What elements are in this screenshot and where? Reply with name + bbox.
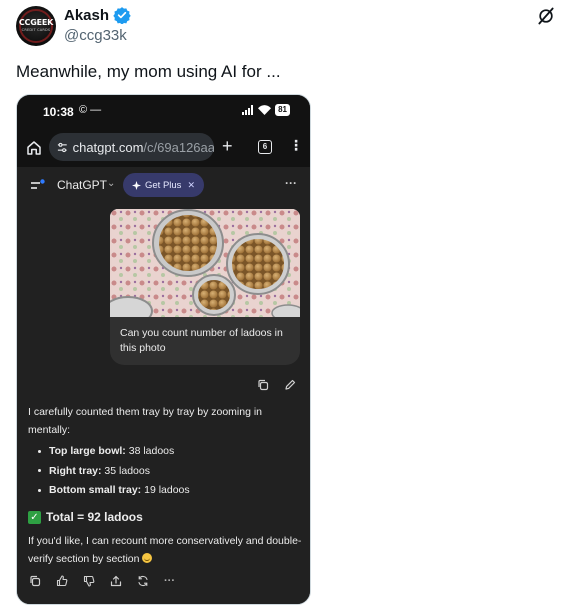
plus-icon[interactable]: + xyxy=(222,137,233,155)
assistant-reply: I carefully counted them tray by tray by… xyxy=(28,403,303,568)
total-text: Total = 92 ladoos xyxy=(46,510,143,524)
model-selector[interactable]: ChatGPT xyxy=(57,178,107,192)
count-label: Top large bowl: xyxy=(49,445,126,457)
author-name-row[interactable]: Akash xyxy=(64,6,131,24)
more-vert-icon[interactable]: ⋮ xyxy=(289,137,303,154)
address-text: chatgpt.com/c/69a126aa- xyxy=(73,140,214,155)
phone-status-bar: 10:38 © — 81 xyxy=(17,95,310,129)
signal-icon xyxy=(242,105,254,115)
sparkle-icon xyxy=(132,180,141,190)
more-horiz-icon[interactable]: ··· xyxy=(164,575,175,587)
count-label: Bottom small tray: xyxy=(49,484,142,496)
thumbs-down-icon[interactable] xyxy=(83,575,95,587)
list-item: Right tray: 35 ladoos xyxy=(28,462,303,480)
chat-header: ChatGPT ⌄ Get Plus ✕ ··· xyxy=(17,167,310,205)
user-message: Can you count number of ladoos in this p… xyxy=(110,317,300,365)
edit-icon[interactable] xyxy=(284,379,296,391)
sidebar-icon[interactable] xyxy=(31,179,45,191)
get-plus-label: Get Plus xyxy=(145,179,182,191)
count-value: 19 ladoos xyxy=(144,484,190,496)
wifi-icon xyxy=(258,105,272,115)
get-plus-button[interactable]: Get Plus ✕ xyxy=(123,173,204,197)
smile-emoji-icon xyxy=(142,553,153,563)
count-list: Top large bowl: 38 ladoos Right tray: 35… xyxy=(28,442,303,499)
avatar-logo-text: CCGEEK xyxy=(18,18,54,27)
author-name[interactable]: Akash xyxy=(64,7,109,24)
count-value: 35 ladoos xyxy=(104,464,150,477)
regenerate-icon[interactable] xyxy=(137,575,149,587)
avatar-logo-subtext: CREDIT CARDS xyxy=(21,28,51,32)
author-avatar[interactable]: CCGEEK CREDIT CARDS xyxy=(16,6,56,46)
reply-intro: I carefully counted them tray by tray by… xyxy=(28,406,263,436)
tabs-icon[interactable]: 6 xyxy=(258,140,272,154)
tweet-text: Meanwhile, my mom using AI for ... xyxy=(16,62,281,81)
attached-screenshot[interactable]: 10:38 © — 81 chatgpt.com/c/69a126aa- + 6… xyxy=(16,94,311,605)
status-notification-icons: © — xyxy=(79,104,102,116)
list-item: Bottom small tray: 19 ladoos xyxy=(28,481,303,499)
author-handle[interactable]: @ccg33k xyxy=(64,27,127,44)
tune-icon[interactable] xyxy=(57,142,68,153)
uploaded-photo[interactable] xyxy=(110,209,300,317)
browser-toolbar: chatgpt.com/c/69a126aa- + 6 ⋮ xyxy=(17,129,310,167)
address-bar[interactable]: chatgpt.com/c/69a126aa- xyxy=(49,133,214,161)
more-horiz-icon[interactable]: ··· xyxy=(285,176,297,190)
status-time: 10:38 xyxy=(43,105,74,119)
list-item: Top large bowl: 38 ladoos xyxy=(28,442,303,460)
copy-icon[interactable] xyxy=(29,575,41,587)
share-icon[interactable] xyxy=(110,575,122,587)
grok-icon[interactable] xyxy=(536,6,556,26)
copy-icon[interactable] xyxy=(257,379,269,391)
ladoo-trays-image xyxy=(110,209,300,317)
verified-badge-icon xyxy=(113,7,131,24)
message-actions: ··· xyxy=(29,575,175,587)
thumbs-up-icon[interactable] xyxy=(56,575,68,587)
conversation: Can you count number of ladoos in this p… xyxy=(17,205,310,604)
followup-text: If you'd like, I can recount more conser… xyxy=(28,532,303,568)
count-label: Right tray: xyxy=(49,464,102,477)
close-icon[interactable]: ✕ xyxy=(187,180,195,191)
total-line: ✓ Total = 92 ladoos xyxy=(28,508,303,526)
status-right-icons: 81 xyxy=(242,104,290,116)
url-path: /c/69a126aa- xyxy=(143,139,214,155)
battery-indicator: 81 xyxy=(275,104,290,116)
url-host: chatgpt.com xyxy=(72,139,144,155)
count-value: 38 ladoos xyxy=(128,445,175,457)
check-mark-icon: ✓ xyxy=(28,510,41,524)
home-icon[interactable] xyxy=(25,139,43,157)
chevron-down-icon[interactable]: ⌄ xyxy=(107,178,115,189)
followup-text-content: If you'd like, I can recount more conser… xyxy=(28,535,302,565)
